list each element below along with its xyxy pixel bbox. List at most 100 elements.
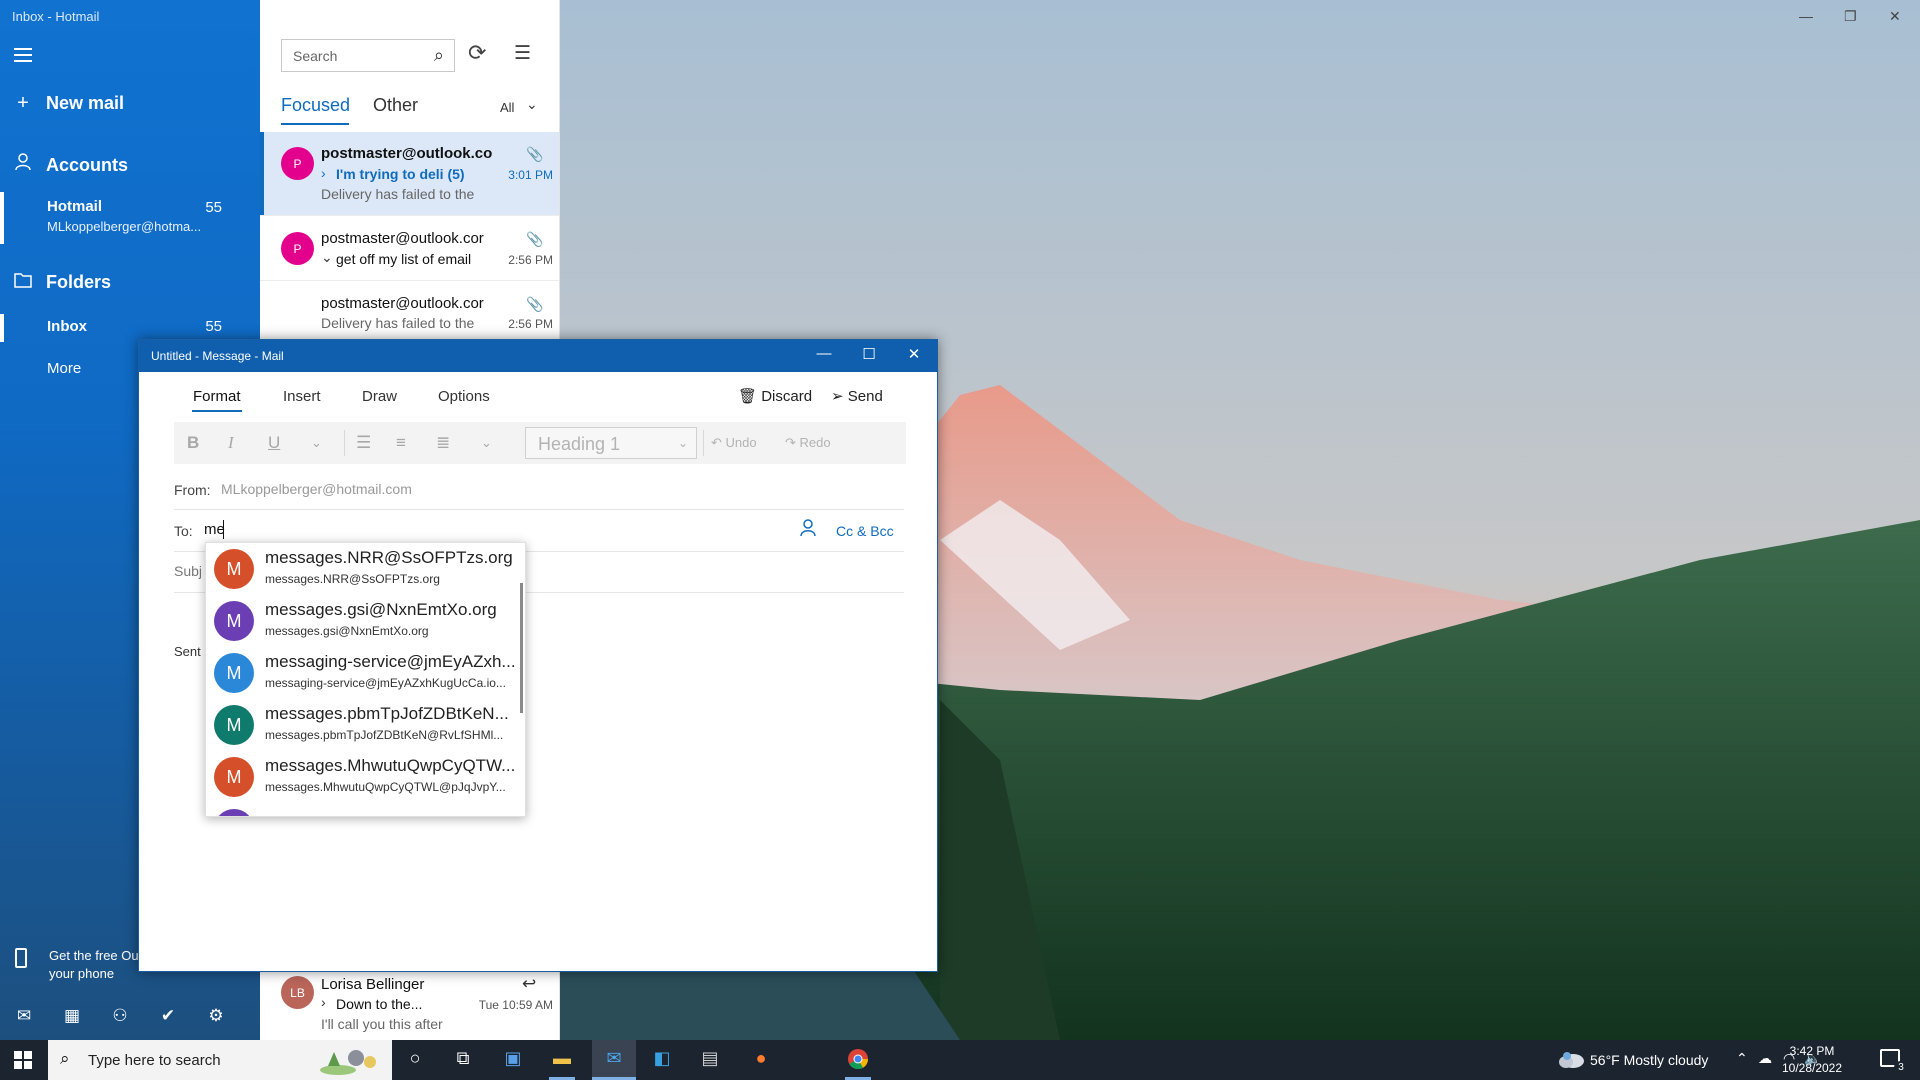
tab-format[interactable]: Format (193, 388, 241, 405)
chrome-icon[interactable] (845, 1048, 871, 1072)
chevron-down-icon[interactable]: ⌄ (526, 96, 538, 113)
folders-label: Folders (46, 272, 112, 292)
italic-button[interactable]: I (228, 433, 234, 453)
file-explorer-icon[interactable]: ▬ (549, 1048, 575, 1072)
windows-start-icon[interactable] (14, 1051, 32, 1069)
close-icon[interactable]: ✕ (1889, 8, 1901, 25)
show-hidden-icons-chevron-icon[interactable]: ⌃ (1736, 1050, 1748, 1067)
folders-button[interactable]: Folders (0, 271, 260, 294)
suggestion-item[interactable]: M messages.pbmTpJofZDBtKeN... messages.p… (206, 699, 516, 751)
filter-dropdown[interactable]: All (500, 100, 514, 115)
hamburger-menu-icon[interactable] (14, 48, 32, 62)
calendar-icon[interactable]: ▦ (48, 1006, 96, 1026)
clock-time[interactable]: 3:42 PM (1782, 1044, 1842, 1058)
minimize-icon[interactable]: — (1799, 8, 1813, 24)
suggestion-item[interactable]: M messaging-service@jmEyAZxh... messagin… (206, 647, 516, 699)
tab-insert[interactable]: Insert (283, 388, 321, 405)
bullets-icon[interactable]: ☰ (356, 433, 371, 453)
chevron-down-icon[interactable]: ⌄ (321, 249, 333, 266)
undo-label: Undo (725, 435, 757, 450)
search-highlight-illustration-icon (320, 1050, 376, 1075)
message-item[interactable]: P postmaster@outlook.co 📎 › I'm trying t… (260, 132, 559, 216)
from-field[interactable]: MLkoppelberger@hotmail.com (221, 481, 412, 497)
maximize-icon[interactable]: ☐ (854, 345, 884, 363)
redo-button[interactable]: ↷ Redo (785, 435, 831, 451)
close-icon[interactable]: ✕ (899, 345, 929, 363)
cloudy-weather-icon (1559, 1052, 1584, 1068)
message-body[interactable]: Sent (174, 644, 201, 659)
account-hotmail[interactable]: Hotmail 55 MLkoppelberger@hotma... (0, 192, 260, 244)
send-button[interactable]: ➢ Send (831, 387, 883, 405)
suggestion-item[interactable]: M messages.MhwutuQwpCyQTW... messages.Mh… (206, 751, 516, 803)
onedrive-cloud-icon[interactable]: ☁ (1758, 1050, 1772, 1067)
microsoft-store-icon[interactable]: ▣ (500, 1048, 526, 1072)
mail-icon[interactable]: ✉ (601, 1048, 627, 1072)
more-folders-link[interactable]: More (47, 360, 81, 377)
scrollbar[interactable] (520, 583, 523, 713)
search-box[interactable]: Search ⌕ (281, 39, 455, 72)
accounts-button[interactable]: Accounts (0, 153, 260, 177)
tab-other[interactable]: Other (373, 95, 418, 116)
add-contact-icon[interactable] (800, 519, 816, 542)
chevron-down-icon[interactable]: ⌄ (481, 435, 492, 451)
new-mail-button[interactable]: + New mail (0, 92, 260, 115)
suggestion-item[interactable]: M messages.NRR@SsOFPTzs.org messages.NRR… (206, 543, 516, 595)
clock-date[interactable]: 10/28/2022 (1776, 1061, 1848, 1075)
taskbar-search-box[interactable]: ⌕ Type here to search (48, 1040, 392, 1080)
weather-widget[interactable]: 56°F Mostly cloudy (1590, 1052, 1708, 1068)
tab-draw[interactable]: Draw (362, 388, 397, 405)
chevron-right-icon[interactable]: › (321, 994, 326, 1010)
align-icon[interactable]: ≣ (436, 433, 450, 453)
suggestion-item[interactable]: M (206, 803, 516, 816)
notification-count-badge: 3 (1894, 1061, 1908, 1075)
compose-titlebar[interactable]: Untitled - Message - Mail — ☐ ✕ (139, 340, 937, 372)
suggestion-email: messages.NRR@SsOFPTzs.org (265, 572, 440, 586)
settings-gear-icon[interactable]: ⚙ (192, 1006, 240, 1026)
discard-button[interactable]: 🗑 Discard (738, 387, 812, 405)
to-label: To: (174, 523, 193, 539)
search-icon[interactable]: ⌕ (434, 45, 444, 66)
numbering-icon[interactable]: ≡ (396, 433, 406, 453)
selection-mode-icon[interactable]: ☰ (514, 42, 531, 65)
message-subject: get off my list of email (336, 251, 472, 267)
account-name: Hotmail (47, 198, 103, 215)
folder-inbox[interactable]: Inbox 55 (0, 314, 260, 342)
chevron-right-icon[interactable]: › (321, 165, 326, 181)
outlook-icon[interactable]: ◧ (649, 1048, 675, 1072)
underline-button[interactable]: U (268, 433, 280, 453)
attachment-icon: 📎 (526, 146, 544, 162)
cc-bcc-button[interactable]: Cc & Bcc (836, 523, 894, 539)
tab-focused[interactable]: Focused (281, 95, 350, 116)
message-item[interactable]: P postmaster@outlook.cor 📎 ⌄ get off my … (260, 217, 559, 281)
style-value: Heading 1 (538, 434, 621, 454)
redo-label: Redo (799, 435, 831, 450)
restore-icon[interactable]: ❐ (1844, 8, 1857, 25)
search-input[interactable]: Search (293, 48, 337, 64)
style-dropdown[interactable]: Heading 1 ⌄ (525, 427, 697, 459)
mail-icon[interactable]: ✉ (0, 1006, 48, 1026)
subject-field[interactable]: Subj (174, 563, 202, 579)
cortana-icon[interactable]: ○ (402, 1048, 428, 1072)
notepad-icon[interactable]: ▤ (697, 1048, 723, 1072)
minimize-icon[interactable]: — (809, 345, 839, 362)
avatar: M (214, 809, 254, 816)
bold-button[interactable]: B (187, 433, 199, 453)
suggestion-name: messages.NRR@SsOFPTzs.org (265, 548, 513, 567)
people-icon[interactable]: ⚇ (96, 1006, 144, 1026)
taskbar-search-input[interactable]: Type here to search (88, 1052, 221, 1069)
suggestion-email: messages.MhwutuQwpCyQTWL@pJqJvpY... (265, 780, 506, 794)
firefox-icon[interactable]: ● (748, 1048, 774, 1072)
redo-icon: ↷ (785, 435, 796, 450)
to-input[interactable]: me (204, 521, 225, 538)
todo-icon[interactable]: ✔ (144, 1006, 192, 1026)
undo-button[interactable]: ↶ Undo (711, 435, 757, 451)
new-mail-label: New mail (46, 93, 125, 113)
task-view-icon[interactable]: ⧉ (450, 1048, 476, 1072)
tab-options[interactable]: Options (438, 388, 490, 405)
chevron-down-icon[interactable]: ⌄ (311, 435, 322, 451)
message-item[interactable]: LB Lorisa Bellinger ↩ › Down to the... T… (260, 970, 559, 1040)
suggestion-item[interactable]: M messages.gsi@NxnEmtXo.org messages.gsi… (206, 595, 516, 647)
suggestion-email: messages.gsi@NxnEmtXo.org (265, 624, 429, 638)
message-item[interactable]: postmaster@outlook.cor 📎 Delivery has fa… (260, 282, 559, 344)
sync-icon[interactable]: ⟳ (468, 40, 486, 66)
